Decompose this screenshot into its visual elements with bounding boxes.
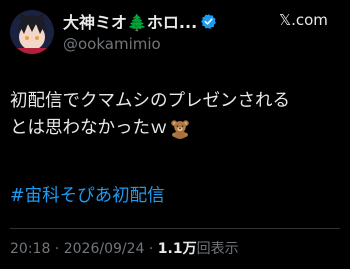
author-handle[interactable]: @ookamimio — [63, 35, 161, 53]
meta-separator: · — [144, 241, 158, 257]
tweet-line-2-row: とは思わなかったｗ — [10, 115, 345, 142]
x-logo-label: 𝕏.com — [279, 11, 328, 29]
meta-separator: · — [50, 241, 64, 257]
avatar[interactable] — [10, 10, 54, 54]
tweet-date[interactable]: 2026/09/24 — [64, 241, 145, 257]
tweet-card: 大神ミオ🌲ホロ... @ookamimio 𝕏.com 初配信でクマムシのプレゼ… — [0, 0, 350, 269]
verified-badge-icon — [201, 13, 217, 29]
teddy-bear-icon — [170, 119, 189, 139]
tweet-line-1: 初配信でクマムシのプレゼンされる — [10, 91, 290, 111]
tweet-line-2: とは思わなかったｗ — [10, 118, 168, 138]
divider — [10, 228, 340, 229]
x-logo[interactable]: 𝕏.com — [279, 10, 328, 30]
hashtag-link[interactable]: #宙科そぴあ初配信 — [10, 182, 165, 207]
tweet-time[interactable]: 20:18 — [10, 241, 50, 257]
view-count: 1.1万 — [157, 241, 197, 257]
view-label: 回表示 — [196, 241, 239, 257]
author-display-name[interactable]: 大神ミオ🌲ホロ... — [63, 9, 197, 33]
author-name-row: 大神ミオ🌲ホロ... — [63, 10, 273, 32]
tweet-meta: 20:18 · 2026/09/24 · 1.1万回表示 — [10, 238, 239, 258]
tweet-text: 初配信でクマムシのプレゼンされる とは思わなかったｗ — [10, 88, 345, 142]
